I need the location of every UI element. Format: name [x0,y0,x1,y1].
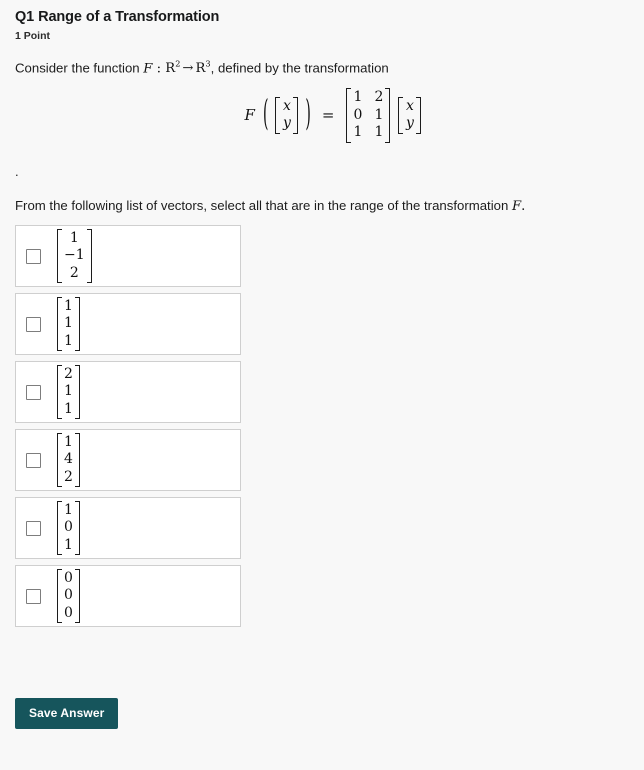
option-3-checkbox[interactable] [26,384,41,400]
stray-period: . [15,164,19,179]
open-paren: ( [262,94,269,136]
bracket-right [75,500,80,556]
question-page: Q1 Range of a Transformation 1 Point Con… [0,0,644,770]
matrix-row: 0 [64,604,73,621]
vector-matrix: 1 0 1 [55,500,82,556]
matrix-row: 1 [64,501,73,518]
matrix-row: 0 [64,587,73,604]
option-3-vector: 2 1 1 [55,364,82,420]
problem-statement-suffix: , defined by the transformation [210,60,389,76]
bracket-right [385,88,391,143]
matrix-row: 2 [64,365,73,382]
bracket-right [293,96,299,134]
option-4-vector: 1 4 2 [55,432,82,488]
matrix-row: 1 [64,400,73,417]
codomain-exponent: 3 [205,59,211,69]
matrix-row: 1 [64,315,73,332]
matrix-row: 1 [69,229,79,246]
bracket-right [75,568,80,624]
bracket-right [416,96,422,134]
instruction-period: . [521,199,526,214]
matrix-row: −1 [64,247,85,264]
equals-sign: = [321,106,335,125]
selection-instruction: From the following list of vectors, sele… [15,198,525,214]
point-value: 1 Point [15,30,51,42]
matrix-row: 0 [64,569,73,586]
matrix-row: 0 [64,519,73,536]
option-2-vector: 1 1 1 [55,296,82,352]
matrix-row: 2 [64,468,73,485]
close-paren: ) [305,94,311,136]
vector-matrix: 1 −1 2 [55,228,94,284]
equation-function-symbol: F [244,106,255,125]
option-1-vector: 1 −1 2 [55,228,94,284]
option-5-vector: 1 0 1 [55,500,82,556]
matrix-row: 1 [64,332,73,349]
matrix-row: 1 [64,297,73,314]
option-6-vector: 0 0 0 [55,568,82,624]
option-5-checkbox[interactable] [26,520,41,536]
bracket-right [75,364,80,420]
vector-matrix: 0 0 0 [55,568,82,624]
matrix-row: y [406,115,414,132]
option-4[interactable]: 1 4 2 [15,429,241,491]
matrix-row: 1 [64,536,73,553]
domain-symbol: R2 [165,59,181,77]
bracket-right [86,228,92,284]
option-2-checkbox[interactable] [26,316,41,332]
option-3[interactable]: 2 1 1 [15,361,241,423]
problem-statement-prefix: Consider the function [15,60,144,76]
answer-options: 1 −1 2 1 1 1 2 1 1 1 4 2 1 0 1 0 0 0 [15,225,241,633]
matrix-row: 2 [69,264,79,281]
output-vector: x y [396,96,423,134]
matrix-row: y [282,115,291,132]
problem-statement: Consider the function F : R2 → R3, defined… [15,59,389,76]
option-5[interactable]: 1 0 1 [15,497,241,559]
matrix-row: x [282,97,291,114]
vector-matrix: 1 1 1 [55,296,82,352]
matrix-row: 4 [64,451,73,468]
matrix-row: 1 [64,383,73,400]
option-6-checkbox[interactable] [26,588,41,604]
matrix-row: 11 [353,124,384,140]
input-vector: x y [273,96,300,134]
bracket-right [75,296,80,352]
instruction-function-symbol: F [511,199,522,214]
matrix-row: 1 [64,433,73,450]
colon-symbol: : [152,61,166,77]
matrix-row: x [406,97,414,114]
selection-instruction-text: From the following list of vectors, sele… [15,198,509,213]
transformation-equation: F ( x y ) = 12 01 11 x y [0,88,644,143]
save-answer-button[interactable]: Save Answer [15,698,119,729]
option-1[interactable]: 1 −1 2 [15,225,241,287]
arrow-icon: → [182,61,194,77]
matrix-row: 12 [353,89,384,105]
domain-exponent: 2 [175,59,181,69]
vector-matrix: 2 1 1 [55,364,82,420]
option-1-checkbox[interactable] [26,248,41,264]
bracket-right [75,432,80,488]
transformation-matrix: 12 01 11 [344,88,392,143]
option-2[interactable]: 1 1 1 [15,293,241,355]
vector-matrix: 1 4 2 [55,432,82,488]
option-4-checkbox[interactable] [26,452,41,468]
option-6[interactable]: 0 0 0 [15,565,241,627]
codomain-symbol: R3 [195,59,211,77]
matrix-row: 01 [353,106,384,123]
page-title: Q1 Range of a Transformation [15,9,220,25]
